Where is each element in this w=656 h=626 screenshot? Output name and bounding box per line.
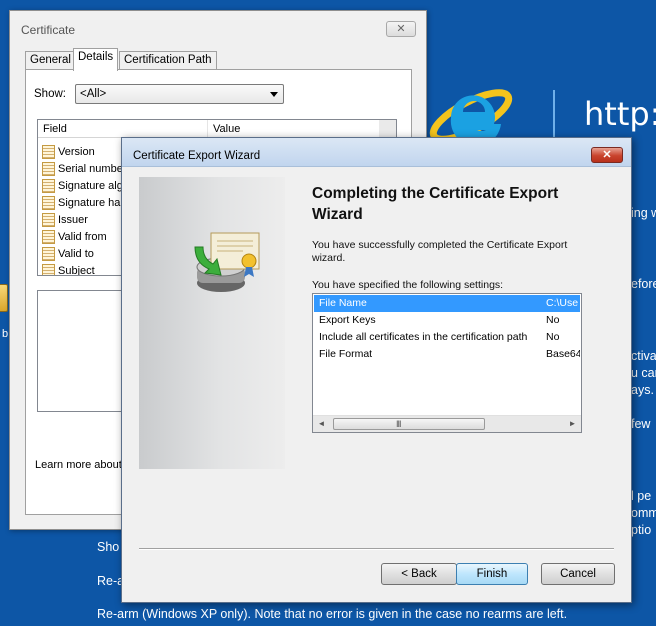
field-row[interactable]: Serial numbe xyxy=(42,162,123,179)
finish-button[interactable]: Finish xyxy=(456,563,528,585)
show-dropdown-value: <All> xyxy=(80,88,107,100)
certificate-field-icon xyxy=(42,213,55,227)
settings-row[interactable]: Export Keys No xyxy=(314,312,580,329)
certificate-field-icon xyxy=(42,162,55,176)
wizard-heading: Completing the Certificate Export Wizard xyxy=(312,185,559,223)
setting-value: No xyxy=(546,331,560,343)
setting-value: C:\Use xyxy=(546,297,579,309)
background-text-line: Re-arm (Windows XP only). Note that no e… xyxy=(97,607,568,621)
scroll-left-arrow-icon[interactable]: ◄ xyxy=(313,416,330,432)
setting-name: File Format xyxy=(319,348,373,360)
certificate-field-icon xyxy=(42,247,55,261)
certificate-window-title: Certificate xyxy=(21,23,76,37)
certificate-export-icon xyxy=(194,232,260,292)
scroll-right-arrow-icon[interactable]: ► xyxy=(564,416,581,432)
certificate-field-icon xyxy=(42,230,55,244)
field-row-label: Version xyxy=(58,145,95,158)
settings-list[interactable]: File Name C:\Use Export Keys No Include … xyxy=(312,293,582,433)
field-row-label: Signature ha xyxy=(58,196,121,209)
background-text-fragment: efore xyxy=(631,277,656,291)
show-dropdown[interactable]: <All> xyxy=(75,84,284,104)
field-row[interactable]: Valid from xyxy=(42,230,107,247)
field-row-label: Serial numbe xyxy=(58,162,123,175)
tab-general[interactable]: General xyxy=(25,51,76,70)
background-text-fragment: ctiva xyxy=(631,349,656,363)
wizard-titlebar[interactable]: Certificate Export Wizard ✕ xyxy=(122,138,631,167)
tab-details[interactable]: Details xyxy=(73,48,119,71)
background-text-fragment: u car xyxy=(631,366,656,380)
certificate-close-button[interactable]: ✕ xyxy=(386,21,416,37)
wizard-side-panel xyxy=(139,177,285,469)
wizard-divider xyxy=(139,548,614,550)
desktop-folder-icon[interactable] xyxy=(0,284,8,312)
setting-value: No xyxy=(546,314,560,326)
back-button[interactable]: < Back xyxy=(381,563,457,585)
field-row[interactable]: Version xyxy=(42,145,95,162)
background-text-fragment: ptio xyxy=(631,523,652,537)
column-header-field[interactable]: Field xyxy=(38,120,208,138)
field-row[interactable]: Signature ha xyxy=(42,196,120,213)
settings-row[interactable]: File Format Base64 xyxy=(314,346,580,363)
certificate-field-icon xyxy=(42,196,55,210)
setting-name: Include all certificates in the certific… xyxy=(319,331,528,343)
background-text-fragment: ing w xyxy=(631,206,656,220)
cancel-button[interactable]: Cancel xyxy=(541,563,615,585)
horizontal-scrollbar[interactable]: ◄ III ► xyxy=(313,415,581,432)
background-text-fragment: ays. xyxy=(631,383,654,397)
field-row-label: Issuer xyxy=(58,213,88,226)
background-text-fragment: few xyxy=(631,417,651,431)
field-row-label: Signature alg xyxy=(58,179,123,192)
column-header-value[interactable]: Value xyxy=(208,120,381,138)
field-row[interactable]: Issuer xyxy=(42,213,88,230)
desktop-icon-label: b xyxy=(2,328,9,340)
certificate-titlebar[interactable]: Certificate ✕ xyxy=(10,11,426,47)
field-row-label: Valid from xyxy=(58,230,107,243)
scrollbar-thumb[interactable]: III xyxy=(333,418,485,430)
field-row[interactable]: Subject xyxy=(42,264,95,276)
tab-certification-path[interactable]: Certification Path xyxy=(119,51,217,70)
field-row-label: Valid to xyxy=(58,247,94,260)
background-text-fragment: omm xyxy=(631,506,656,520)
background-text-line: Sho xyxy=(97,540,120,554)
setting-value: Base64 xyxy=(546,348,580,360)
certificate-field-icon xyxy=(42,145,55,159)
chevron-down-icon xyxy=(270,92,278,97)
wizard-close-button[interactable]: ✕ xyxy=(591,147,623,163)
export-wizard-window: Certificate Export Wizard ✕ Completing t… xyxy=(121,137,632,603)
settings-row[interactable]: File Name C:\Use xyxy=(314,295,580,312)
scrollbar-grip-icon: III xyxy=(396,419,401,429)
setting-name: Export Keys xyxy=(319,314,376,326)
wizard-title: Certificate Export Wizard xyxy=(133,150,261,162)
settings-row[interactable]: Include all certificates in the certific… xyxy=(314,329,580,346)
learn-more-link[interactable]: Learn more about xyxy=(35,459,122,471)
certificate-field-icon xyxy=(42,264,55,275)
setting-name: File Name xyxy=(319,297,367,309)
settings-intro: You have specified the following setting… xyxy=(312,279,504,291)
certificate-field-icon xyxy=(42,179,55,193)
field-row-label: Subject xyxy=(58,264,95,276)
background-text-fragment: l pe xyxy=(631,489,652,503)
field-row[interactable]: Valid to xyxy=(42,247,94,264)
wizard-description: You have successfully completed the Cert… xyxy=(312,239,568,264)
field-row[interactable]: Signature alg xyxy=(42,179,123,196)
background-divider xyxy=(553,90,555,138)
show-label: Show: xyxy=(34,88,66,100)
background-url-text: http: xyxy=(584,95,656,133)
